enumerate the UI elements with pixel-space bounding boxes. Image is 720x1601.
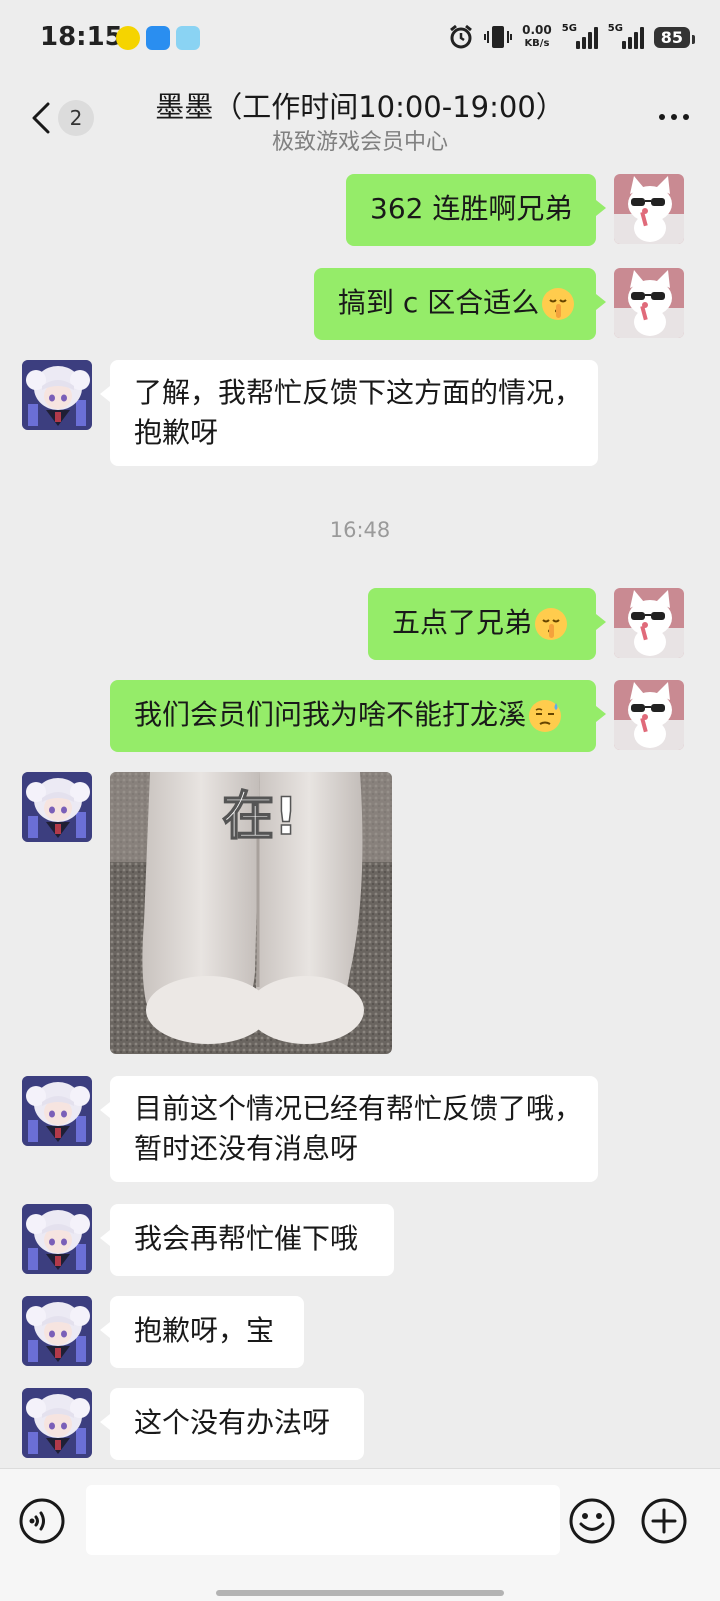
status-bar: 18:15 0.00 KB/s 5G 5G 85: [0, 0, 720, 76]
sticker-message[interactable]: 在!: [110, 772, 392, 1054]
chat-title: 墨墨（工作时间10:00-19:00）: [155, 90, 565, 124]
message-text-line: 目前这个情况已经有帮忙反馈了哦，: [134, 1092, 583, 1125]
message-text: 五点了兄弟: [392, 606, 533, 639]
more-icon[interactable]: [654, 102, 694, 132]
status-time: 18:15: [40, 22, 123, 52]
contact-avatar[interactable]: [22, 360, 92, 430]
message-bubble-incoming[interactable]: 目前这个情况已经有帮忙反馈了哦， 暂时还没有消息呀: [100, 1076, 598, 1182]
self-avatar[interactable]: [614, 680, 684, 750]
message-timestamp: 16:48: [329, 518, 391, 542]
net-speed-unit: KB/s: [524, 38, 550, 49]
voice-input-icon[interactable]: [18, 1497, 66, 1545]
status-right: 0.00 KB/s 5G 5G 85: [448, 22, 696, 52]
message-text: 我们会员们问我为啥不能打龙溪: [134, 698, 527, 731]
signal-1-label: 5G: [561, 23, 577, 34]
app-qq-music-icon: [116, 26, 140, 50]
more-actions-plus-icon[interactable]: [640, 1497, 688, 1545]
message-text: 抱歉呀，宝: [134, 1314, 275, 1347]
message-bubble-outgoing[interactable]: 搞到 c 区合适么: [314, 268, 606, 340]
message-text: 搞到 c 区合适么: [338, 286, 540, 319]
shushing-face-emoji-icon: [534, 607, 569, 641]
contact-avatar[interactable]: [22, 1076, 92, 1146]
signal-2-icon: 5G: [607, 23, 644, 49]
message-text-line: 抱歉呀: [134, 416, 219, 449]
net-speed-value: 0.00: [522, 23, 552, 37]
contact-avatar[interactable]: [22, 1296, 92, 1366]
sticker-caption: 在!: [222, 787, 298, 847]
chat-subtitle: 极致游戏会员中心: [271, 130, 448, 155]
message-input[interactable]: [86, 1485, 560, 1555]
self-avatar[interactable]: [614, 268, 684, 338]
app-hand-icon: [176, 26, 200, 50]
sweat-face-emoji-icon: [528, 699, 563, 733]
chat-input-bar: [0, 1468, 720, 1601]
home-indicator[interactable]: [216, 1590, 504, 1596]
contact-avatar[interactable]: [22, 1388, 92, 1458]
message-bubble-incoming[interactable]: 抱歉呀，宝: [100, 1296, 304, 1368]
signal-2-label: 5G: [607, 23, 623, 34]
message-bubble-incoming[interactable]: 了解，我帮忙反馈下这方面的情况， 抱歉呀: [100, 360, 598, 466]
signal-1-icon: 5G: [561, 23, 598, 49]
message-text: 我会再帮忙催下哦: [134, 1222, 359, 1255]
contact-avatar[interactable]: [22, 1204, 92, 1274]
app-browser-icon: [146, 26, 170, 50]
self-avatar[interactable]: [614, 588, 684, 658]
message-bubble-incoming[interactable]: 我会再帮忙催下哦: [100, 1204, 394, 1276]
battery-indicator: 85: [653, 26, 696, 48]
message-bubble-outgoing[interactable]: 362 连胜啊兄弟: [346, 174, 606, 246]
message-bubble-incoming[interactable]: 这个没有办法呀: [100, 1388, 364, 1460]
message-bubble-outgoing[interactable]: 我们会员们问我为啥不能打龙溪: [110, 680, 606, 752]
alarm-icon: [450, 24, 473, 49]
cat-paws-sticker-image: 在!: [110, 772, 392, 1054]
message-text: 这个没有办法呀: [134, 1406, 331, 1439]
message-text-line: 了解，我帮忙反馈下这方面的情况，: [134, 376, 583, 409]
self-avatar[interactable]: [614, 174, 684, 244]
contact-avatar[interactable]: [22, 772, 92, 842]
message-bubble-outgoing[interactable]: 五点了兄弟: [368, 588, 606, 660]
net-speed: 0.00 KB/s: [522, 24, 552, 50]
shushing-face-emoji-icon: [541, 287, 576, 321]
message-text-line: 暂时还没有消息呀: [134, 1132, 359, 1165]
message-text: 362 连胜啊兄弟: [370, 192, 573, 225]
emoji-picker-icon[interactable]: [568, 1497, 616, 1545]
vibrate-icon: [484, 26, 513, 48]
chat-header: 2 墨墨（工作时间10:00-19:00） 极致游戏会员中心: [0, 76, 720, 160]
